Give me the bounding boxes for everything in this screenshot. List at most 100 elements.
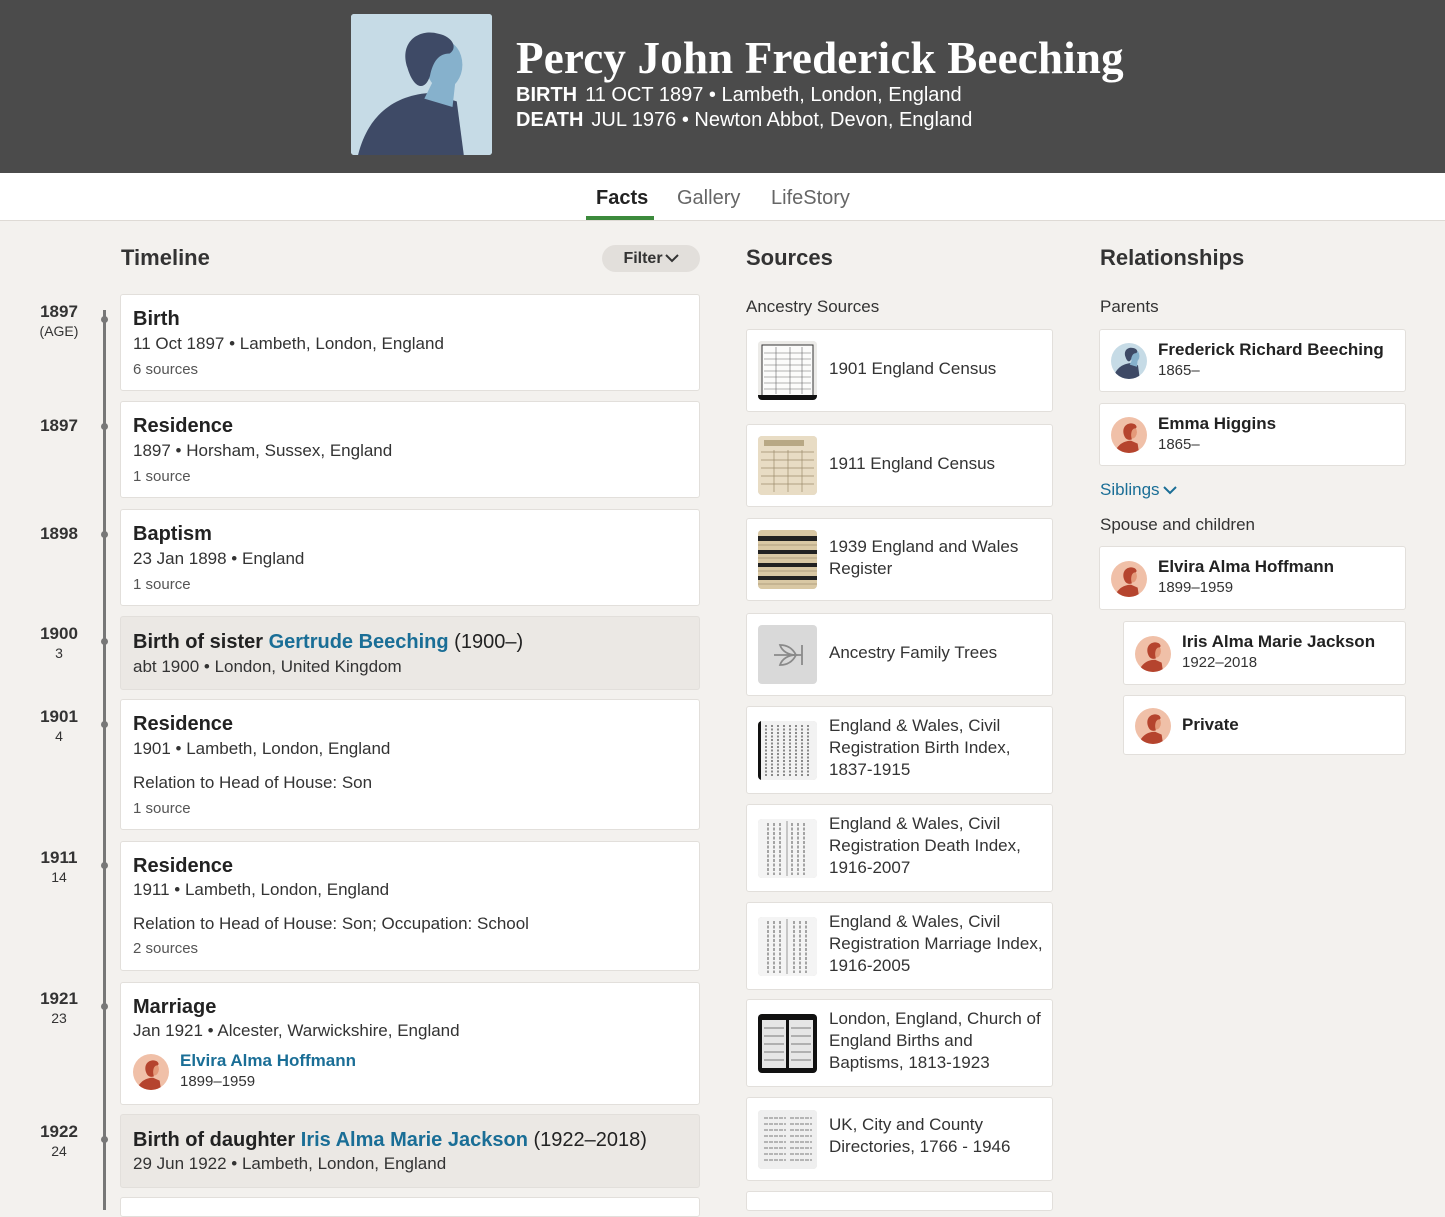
source-item[interactable]: England & Wales, Civil Registration Birt… (746, 706, 1053, 794)
event-title-suffix: (1922–2018) (527, 1129, 647, 1151)
source-title: England & Wales, Civil Registration Marr… (829, 912, 1043, 975)
child-card[interactable]: Iris Alma Marie Jackson 1922–2018 (1123, 621, 1406, 685)
female-avatar-icon (1135, 636, 1171, 672)
source-item[interactable]: London, England, Church of England Birth… (746, 999, 1053, 1087)
timeline-age: 4 (55, 728, 63, 744)
timeline-year: 1922 (40, 1122, 78, 1141)
siblings-toggle[interactable]: Siblings (1100, 480, 1177, 500)
timeline-event-residence[interactable]: Residence 1911 • Lambeth, London, Englan… (120, 841, 700, 971)
tab-lifestory[interactable]: LifeStory (771, 187, 850, 210)
event-sources[interactable]: 1 source (133, 468, 191, 485)
timeline-dot (101, 638, 108, 645)
active-tab-indicator (586, 216, 654, 220)
source-item[interactable]: England & Wales, Civil Registration Deat… (746, 804, 1053, 892)
event-detail: 11 Oct 1897 • Lambeth, London, England (133, 334, 444, 353)
timeline-event-residence[interactable]: Residence 1901 • Lambeth, London, Englan… (120, 699, 700, 830)
birth-value: 11 OCT 1897 • Lambeth, London, England (585, 84, 962, 106)
tab-facts[interactable]: Facts (596, 187, 648, 210)
timeline-event-child-birth[interactable]: Birth of daughter Iris Alma Marie Jackso… (120, 1114, 700, 1188)
source-title: 1939 England and Wales Register (829, 537, 1019, 578)
source-item[interactable]: Ancestry Family Trees (746, 613, 1053, 696)
event-extra: Relation to Head of House: Son; Occupati… (133, 914, 529, 933)
sister-link[interactable]: Gertrude Beeching (269, 631, 449, 653)
sources-heading: Sources (746, 245, 833, 270)
timeline-dot (101, 1136, 108, 1143)
profile-tabs: Facts Gallery LifeStory (0, 173, 1445, 221)
index-document-thumbnail (758, 917, 817, 976)
timeline-event-residence[interactable]: Residence 1897 • Horsham, Sussex, Englan… (120, 401, 700, 498)
source-item[interactable] (746, 1191, 1053, 1211)
timeline-year: 1921 (40, 989, 78, 1008)
female-avatar-icon (1135, 708, 1171, 744)
relative-name: Private (1182, 715, 1239, 734)
timeline-event-sibling-birth[interactable]: Birth of sister Gertrude Beeching (1900–… (120, 616, 700, 690)
timeline-event-marriage[interactable]: Marriage Jan 1921 • Alcester, Warwickshi… (120, 982, 700, 1105)
tab-gallery[interactable]: Gallery (677, 187, 740, 210)
daughter-link[interactable]: Iris Alma Marie Jackson (301, 1129, 528, 1151)
register-document-thumbnail (758, 530, 817, 589)
timeline-event-baptism[interactable]: Baptism 23 Jan 1898 • England 1 source (120, 509, 700, 606)
timeline-event-birth[interactable]: Birth 11 Oct 1897 • Lambeth, London, Eng… (120, 294, 700, 391)
index-document-thumbnail (758, 819, 817, 878)
timeline-age: 3 (55, 645, 63, 661)
chevron-down-icon (1162, 486, 1177, 495)
timeline-dot (101, 1003, 108, 1010)
relative-name: Elvira Alma Hoffmann (1158, 557, 1335, 576)
timeline-age: 23 (51, 1010, 67, 1026)
timeline-year: 1897 (40, 302, 78, 321)
spouse-link[interactable]: Elvira Alma Hoffmann (180, 1051, 356, 1071)
event-sources[interactable]: 6 sources (133, 361, 198, 378)
relative-name: Iris Alma Marie Jackson (1182, 632, 1376, 651)
death-value: JUL 1976 • Newton Abbot, Devon, England (591, 109, 973, 131)
event-detail: 29 Jun 1922 • Lambeth, London, England (133, 1154, 447, 1173)
event-title-prefix: Birth of daughter (133, 1129, 301, 1151)
timeline-dot (101, 423, 108, 430)
source-item[interactable]: England & Wales, Civil Registration Marr… (746, 902, 1053, 990)
birth-label: BIRTH (516, 84, 578, 106)
spouse-avatar[interactable] (133, 1054, 169, 1090)
siblings-label: Siblings (1100, 480, 1160, 499)
relative-name: Emma Higgins (1158, 414, 1277, 433)
spouse-children-label: Spouse and children (1100, 515, 1256, 534)
census-document-thumbnail (758, 341, 817, 400)
event-sources[interactable]: 1 source (133, 800, 191, 817)
timeline-dot (101, 721, 108, 728)
event-title: Marriage (133, 996, 217, 1018)
relationships-heading: Relationships (1100, 245, 1245, 270)
spouse-dates: 1899–1959 (180, 1073, 256, 1090)
timeline-year: 1901 (40, 707, 78, 726)
event-sources[interactable]: 1 source (133, 576, 191, 593)
filter-label: Filter (623, 250, 663, 267)
relative-dates: 1899–1959 (1158, 579, 1234, 596)
event-extra: Relation to Head of House: Son (133, 773, 373, 792)
filter-button[interactable]: Filter (602, 245, 700, 272)
child-card-private[interactable]: Private (1123, 695, 1406, 755)
timeline-event[interactable] (120, 1197, 700, 1217)
relative-dates: 1922–2018 (1182, 654, 1258, 671)
source-item[interactable]: 1911 England Census (746, 424, 1053, 507)
timeline-heading: Timeline (121, 245, 210, 270)
parents-label: Parents (1100, 297, 1159, 316)
event-title-suffix: (1900–) (448, 631, 524, 653)
source-item[interactable]: UK, City and County Directories, 1766 - … (746, 1097, 1053, 1181)
profile-photo[interactable] (351, 14, 492, 155)
spouse-card[interactable]: Elvira Alma Hoffmann 1899–1959 (1099, 546, 1406, 610)
parent-card-father[interactable]: Frederick Richard Beeching 1865– (1099, 329, 1406, 392)
index-document-thumbnail (758, 721, 817, 780)
source-item[interactable]: 1939 England and Wales Register (746, 518, 1053, 601)
female-avatar-icon (1111, 561, 1147, 597)
event-detail: abt 1900 • London, United Kingdom (133, 657, 402, 676)
relative-dates: 1865– (1158, 362, 1200, 379)
event-title: Residence (133, 713, 234, 735)
event-detail: 1901 • Lambeth, London, England (133, 739, 391, 758)
person-header: Percy John Frederick Beeching BIRTH 11 OC… (0, 0, 1445, 173)
birth-line: BIRTH 11 OCT 1897 • Lambeth, London, Engl… (516, 84, 962, 107)
event-sources[interactable]: 2 sources (133, 940, 198, 957)
parent-card-mother[interactable]: Emma Higgins 1865– (1099, 403, 1406, 466)
source-item[interactable]: 1901 England Census (746, 329, 1053, 412)
timeline-dot (101, 862, 108, 869)
event-title: Baptism (133, 523, 212, 545)
event-detail: 23 Jan 1898 • England (133, 549, 305, 568)
timeline-dot (101, 316, 108, 323)
family-tree-leaf-icon (758, 625, 817, 684)
